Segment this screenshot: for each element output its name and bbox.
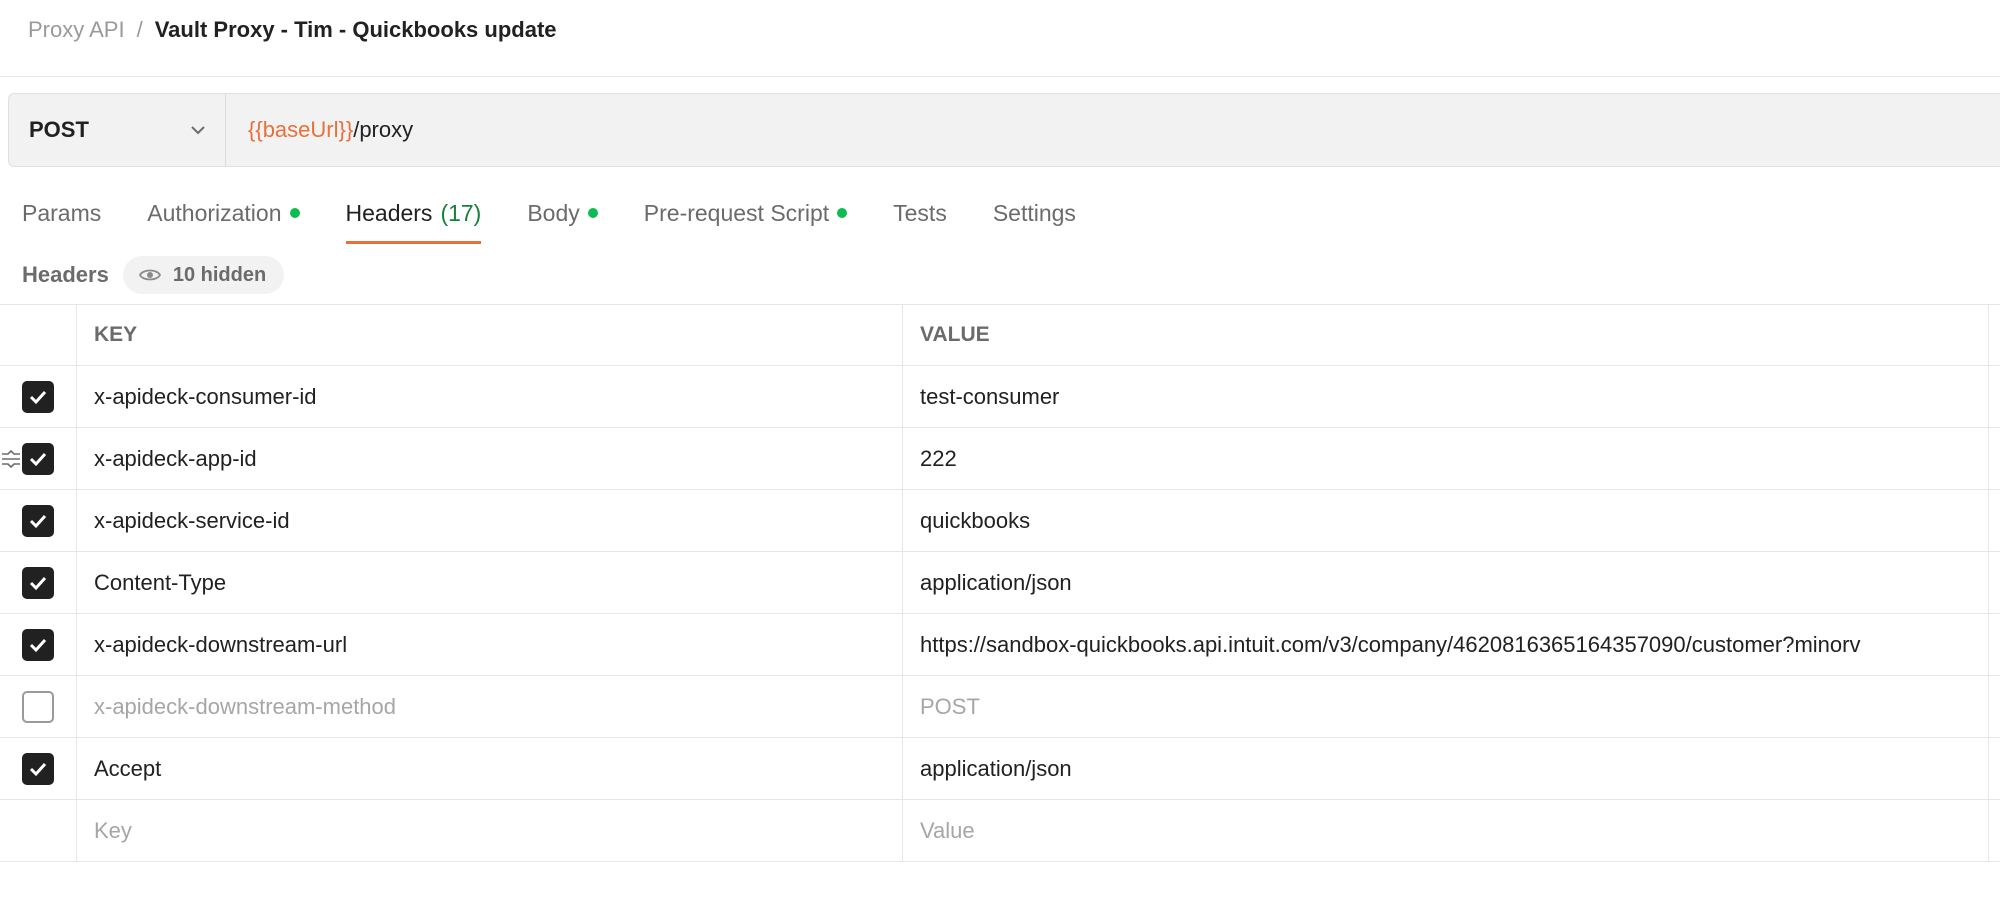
- tab-authorization[interactable]: Authorization: [147, 196, 300, 230]
- check-cell: [0, 614, 77, 675]
- row-checkbox[interactable]: [22, 690, 54, 723]
- tab-label: Params: [22, 199, 102, 226]
- check-cell: [0, 800, 77, 861]
- drag-handle-icon[interactable]: [0, 448, 22, 470]
- headers-title: Headers: [22, 262, 109, 287]
- tab-body[interactable]: Body: [527, 196, 598, 230]
- method-select[interactable]: POST: [9, 94, 226, 166]
- breadcrumb: Proxy API / Vault Proxy - Tim - Quickboo…: [28, 14, 557, 46]
- row-checkbox[interactable]: [22, 752, 54, 785]
- checkmark-icon: [29, 390, 47, 404]
- check-cell: [0, 552, 77, 613]
- header-divider: [0, 76, 2000, 77]
- row-checkbox[interactable]: [22, 628, 54, 661]
- header-key-cell[interactable]: Accept: [77, 738, 903, 799]
- eye-icon: [138, 269, 161, 281]
- header-value-cell[interactable]: application/json: [903, 552, 1989, 613]
- table-row: x-apideck-downstream-url https://sandbox…: [0, 614, 2000, 676]
- header-key-cell[interactable]: Content-Type: [77, 552, 903, 613]
- check-cell: [0, 490, 77, 551]
- request-tabs: Params Authorization Headers (17) Body Pr…: [22, 196, 1122, 244]
- status-dot: [289, 208, 300, 218]
- tab-label: Pre-request Script: [643, 199, 830, 226]
- tab-settings[interactable]: Settings: [993, 196, 1076, 230]
- table-row: x-apideck-service-id quickbooks: [0, 490, 2000, 552]
- checkmark-icon: [29, 576, 47, 590]
- tab-tests[interactable]: Tests: [893, 196, 947, 230]
- tab-label: Body: [527, 199, 580, 226]
- column-header-key: KEY: [77, 305, 903, 365]
- hidden-headers-toggle[interactable]: 10 hidden: [122, 256, 285, 294]
- table-row: x-apideck-app-id 222: [0, 428, 2000, 490]
- tab-params[interactable]: Params: [22, 196, 101, 230]
- new-header-row: Key Value: [0, 800, 2000, 862]
- row-checkbox[interactable]: [22, 566, 54, 599]
- header-key-cell[interactable]: x-apideck-downstream-url: [77, 614, 903, 675]
- table-row: Content-Type application/json: [0, 552, 2000, 614]
- table-header-row: KEY VALUE: [0, 304, 2000, 366]
- header-value-cell[interactable]: test-consumer: [903, 366, 1989, 427]
- checkmark-icon: [29, 452, 47, 466]
- header-value-cell[interactable]: https://sandbox-quickbooks.api.intuit.co…: [903, 614, 1989, 675]
- url-path: /proxy: [353, 117, 414, 142]
- status-dot: [837, 208, 848, 218]
- hidden-count-label: 10 hidden: [172, 263, 267, 286]
- url-variable: {{baseUrl}}: [248, 117, 354, 142]
- column-header-value: VALUE: [903, 305, 1989, 365]
- url-bar: POST {{baseUrl}}/proxy: [8, 93, 2000, 167]
- status-dot: [587, 208, 598, 218]
- new-value-input[interactable]: Value: [903, 800, 1989, 861]
- checkmark-icon: [29, 638, 47, 652]
- headers-table: KEY VALUE x-apideck-consumer-id test-con…: [0, 304, 2000, 862]
- header-value-cell[interactable]: POST: [903, 676, 1989, 737]
- table-row: x-apideck-consumer-id test-consumer: [0, 366, 2000, 428]
- tab-headers[interactable]: Headers (17): [345, 196, 482, 244]
- method-label: POST: [29, 117, 89, 142]
- tab-pre-request-script[interactable]: Pre-request Script: [643, 196, 848, 230]
- checkmark-icon: [29, 762, 47, 776]
- header-value-cell[interactable]: 222: [903, 428, 1989, 489]
- headers-subheader: Headers 10 hidden: [22, 256, 285, 294]
- request-title[interactable]: Vault Proxy - Tim - Quickbooks update: [155, 17, 557, 43]
- header-key-cell[interactable]: x-apideck-downstream-method: [77, 676, 903, 737]
- row-checkbox[interactable]: [22, 380, 54, 413]
- header-key-cell[interactable]: x-apideck-service-id: [77, 490, 903, 551]
- breadcrumb-parent-link[interactable]: Proxy API: [28, 17, 125, 43]
- header-value-cell[interactable]: application/json: [903, 738, 1989, 799]
- header-check-cell: [0, 305, 77, 365]
- check-cell: [0, 428, 77, 489]
- header-key-cell[interactable]: x-apideck-app-id: [77, 428, 903, 489]
- tab-label: Settings: [992, 199, 1076, 226]
- header-key-cell[interactable]: x-apideck-consumer-id: [77, 366, 903, 427]
- chevron-down-icon: [191, 126, 205, 135]
- check-cell: [0, 676, 77, 737]
- row-checkbox[interactable]: [22, 442, 54, 475]
- row-checkbox[interactable]: [22, 504, 54, 537]
- table-row: Accept application/json: [0, 738, 2000, 800]
- table-row: x-apideck-downstream-method POST: [0, 676, 2000, 738]
- header-value-cell[interactable]: quickbooks: [903, 490, 1989, 551]
- new-key-input[interactable]: Key: [77, 800, 903, 861]
- tab-label: Tests: [893, 199, 947, 226]
- breadcrumb-separator: /: [136, 17, 143, 42]
- check-cell: [0, 738, 77, 799]
- check-cell: [0, 366, 77, 427]
- checkmark-icon: [29, 514, 47, 528]
- url-input[interactable]: {{baseUrl}}/proxy: [226, 94, 2000, 166]
- tab-label: Authorization: [147, 199, 282, 226]
- headers-count: (17): [440, 199, 482, 226]
- tab-label: Headers: [345, 199, 433, 226]
